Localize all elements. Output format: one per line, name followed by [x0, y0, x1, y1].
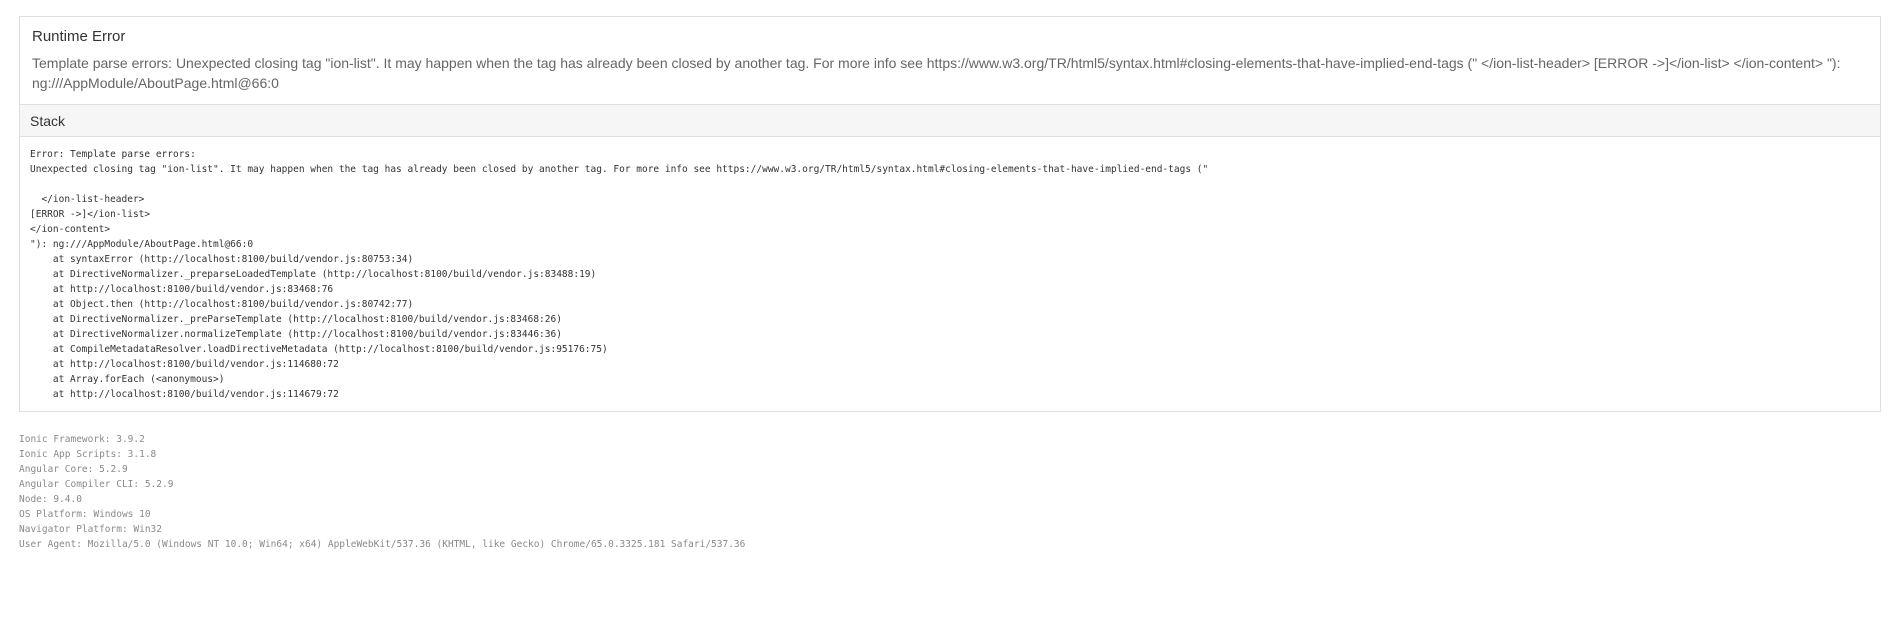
- stack-trace-body[interactable]: Error: Template parse errors: Unexpected…: [20, 137, 1880, 411]
- error-card: Runtime Error Template parse errors: Une…: [19, 16, 1881, 412]
- stack-trace-text[interactable]: Error: Template parse errors: Unexpected…: [30, 147, 1870, 402]
- info-ionic-app-scripts: Ionic App Scripts: 3.1.8: [19, 449, 157, 460]
- info-os-platform: OS Platform: Windows 10: [19, 509, 151, 520]
- info-node: Node: 9.4.0: [19, 494, 82, 505]
- info-user-agent: User Agent: Mozilla/5.0 (Windows NT 10.0…: [19, 539, 746, 550]
- stack-section-header: Stack: [20, 105, 1880, 137]
- error-title: Runtime Error: [32, 28, 126, 45]
- info-angular-core: Angular Core: 5.2.9: [19, 464, 128, 475]
- info-navigator-platform: Navigator Platform: Win32: [19, 524, 162, 535]
- info-ionic-framework: Ionic Framework: 3.9.2: [19, 434, 145, 445]
- runtime-error-page: Runtime Error Template parse errors: Une…: [0, 0, 1902, 632]
- info-angular-compiler-cli: Angular Compiler CLI: 5.2.9: [19, 479, 174, 490]
- error-header: Runtime Error Template parse errors: Une…: [20, 17, 1880, 105]
- error-message[interactable]: Template parse errors: Unexpected closin…: [32, 53, 1868, 93]
- environment-info: Ionic Framework: 3.9.2 Ionic App Scripts…: [19, 432, 1419, 552]
